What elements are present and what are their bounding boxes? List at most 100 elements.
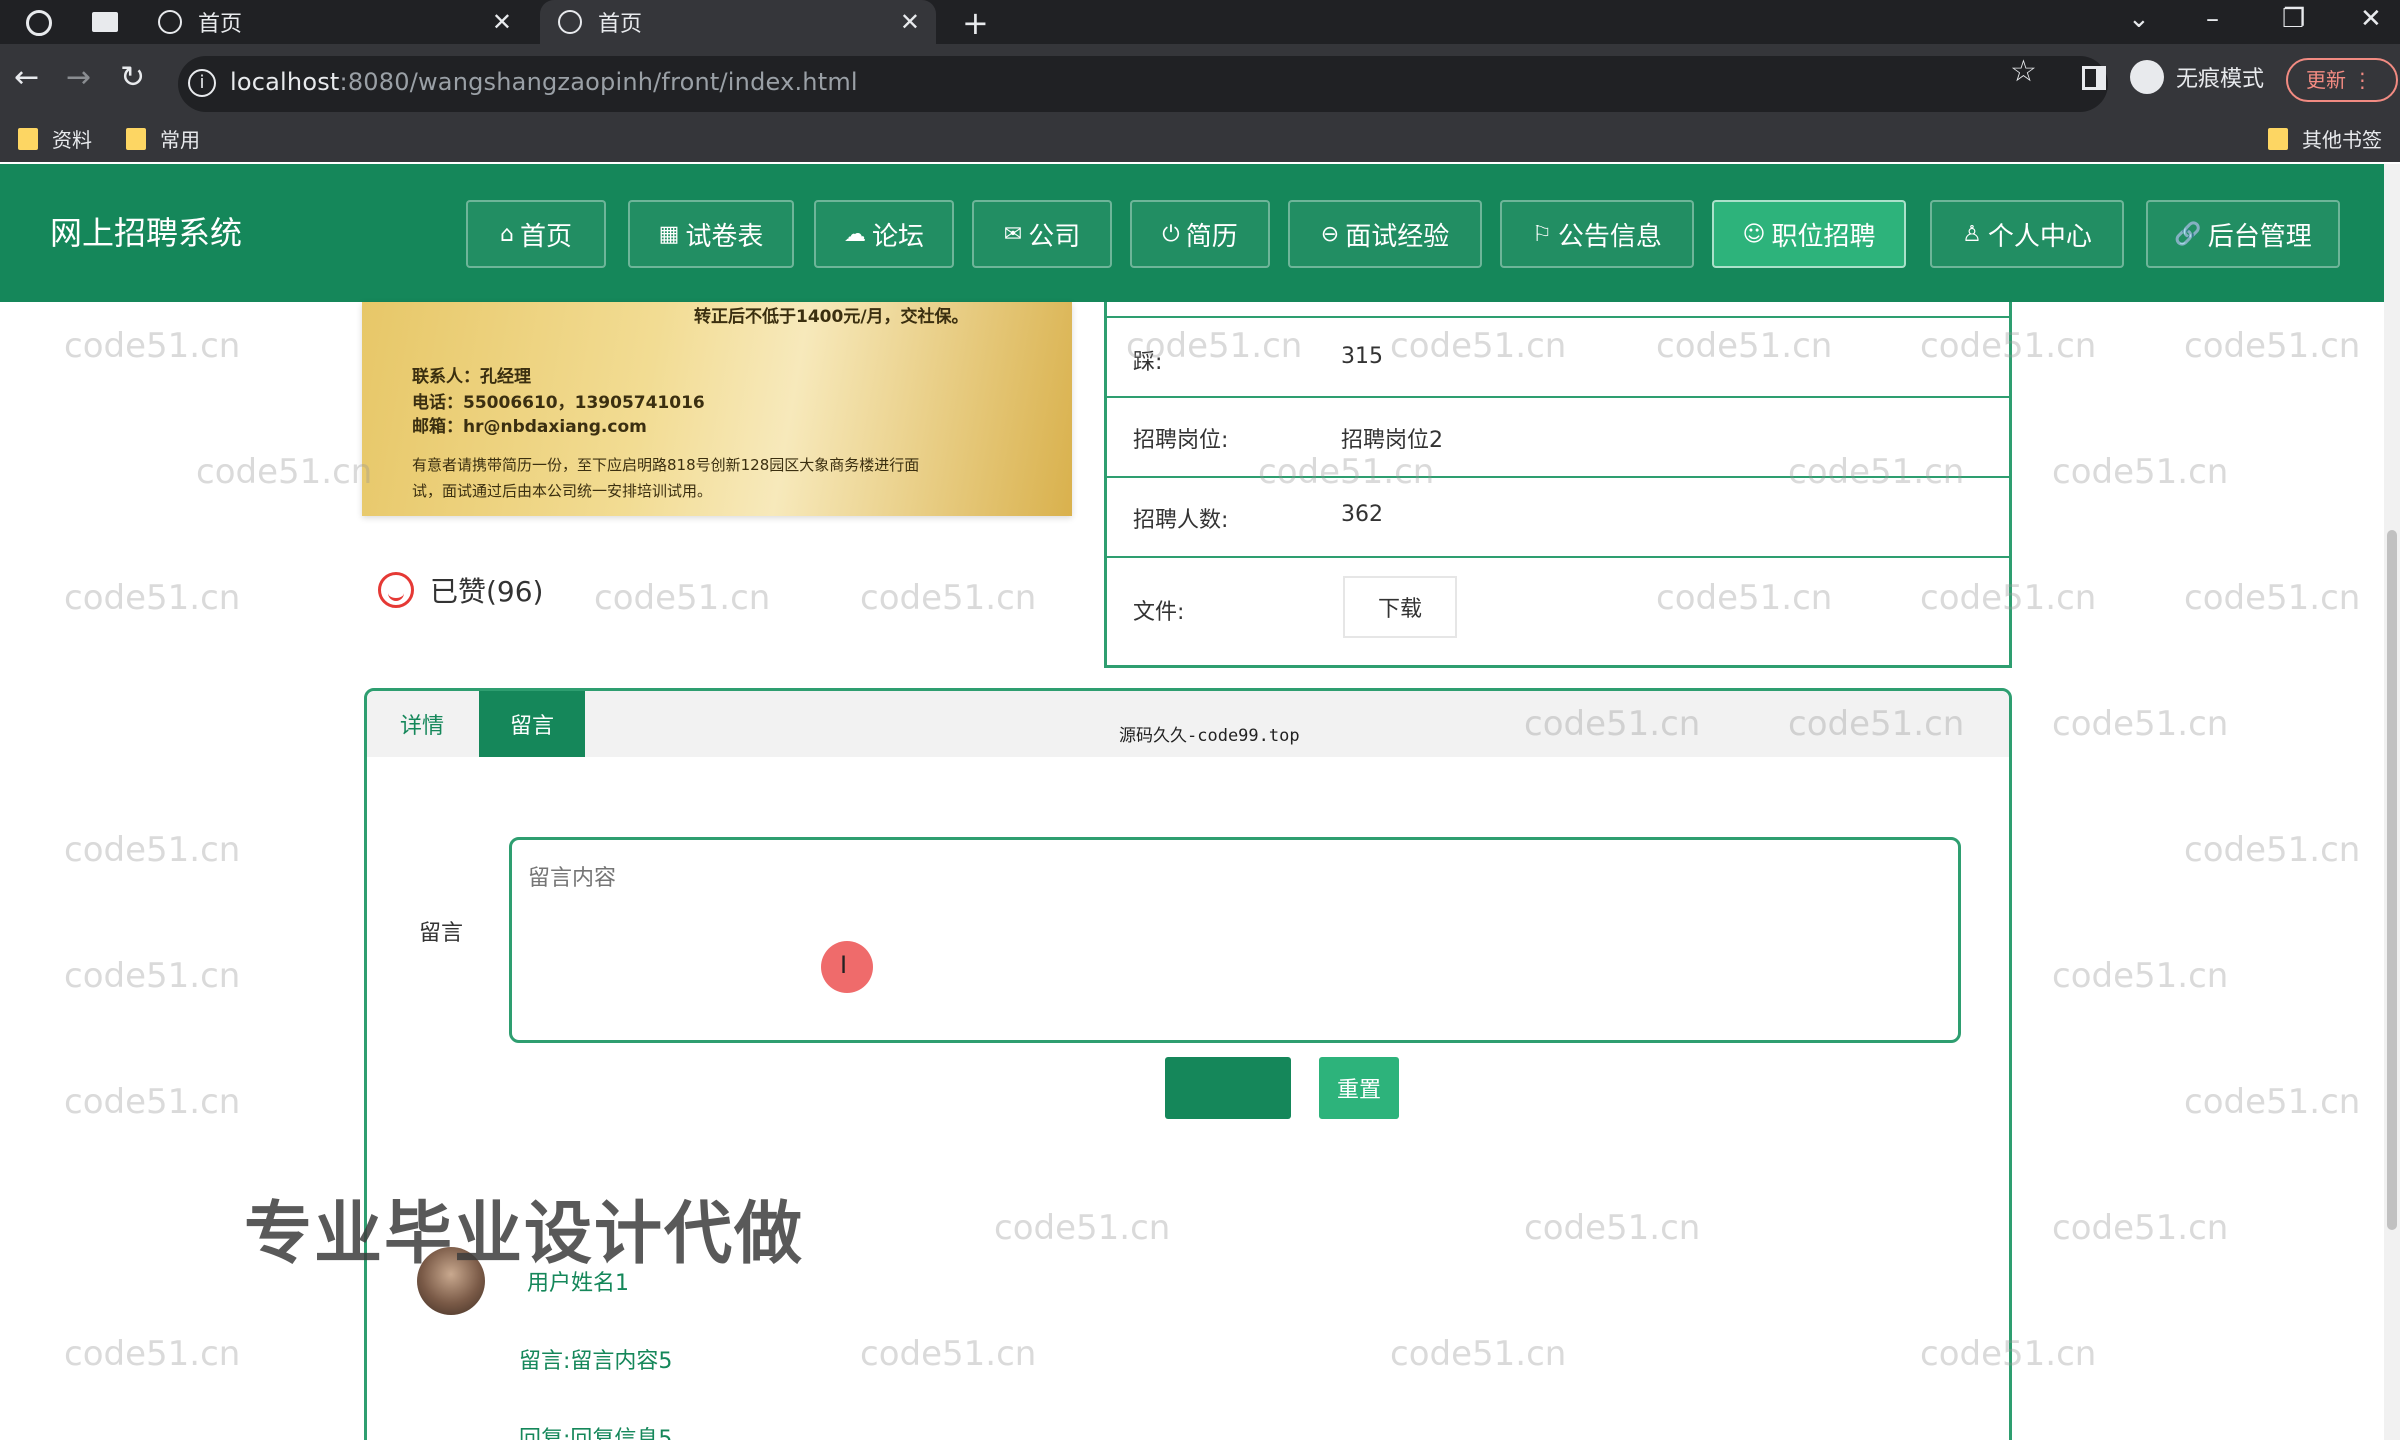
nav-forum[interactable]: ☁ 论坛: [814, 200, 954, 268]
mail-icon: ✉: [1003, 221, 1023, 247]
watermark: code51.cn: [2052, 704, 2229, 744]
bookmark-folder-1[interactable]: 资料: [18, 124, 92, 153]
poster-line: 试，面试通过后由本公司统一安排培训试用。: [412, 482, 713, 500]
reset-button[interactable]: 重置: [1319, 1057, 1399, 1119]
detail-key: 招聘岗位:: [1133, 428, 1229, 453]
folder-icon: [2268, 127, 2288, 150]
like-button[interactable]: 已赞(96): [378, 570, 543, 610]
download-button[interactable]: 下载: [1343, 576, 1457, 638]
detail-value: 362: [1341, 502, 1383, 527]
site-info-icon[interactable]: i: [188, 69, 216, 97]
poster-line: 转正后不低于1400元/月，交社保。: [694, 307, 969, 327]
comment-message: 留言:留言内容5: [519, 1349, 673, 1374]
tab-overview-icon[interactable]: [92, 12, 118, 32]
globe-icon: [158, 10, 182, 34]
browser-toolbar: ← → ↻ i localhost:8080/wangshangzaopinh/…: [0, 44, 2400, 162]
tab-title: 首页: [198, 12, 243, 37]
site-header: 网上招聘系统 ⌂ 首页 ▦ 试卷表 ☁ 论坛 ✉ 公司 ⏻ 简历 ⊖ 面试经验 ⚐ 公告信息 …: [0, 164, 2384, 302]
poster-email: 邮箱：hr@nbdaxiang.com: [412, 417, 647, 437]
url-text: localhost:8080/wangshangzaopinh/front/in…: [230, 68, 858, 96]
nav-job-postings[interactable]: ☺ 职位招聘: [1712, 200, 1906, 268]
nav-exam-papers[interactable]: ▦ 试卷表: [628, 200, 794, 268]
panel-tabs: 详情 留言 源码久久-code99.top: [367, 691, 2009, 757]
restore-icon[interactable]: ❐: [2282, 4, 2305, 34]
nav-label: 公告信息: [1557, 221, 1662, 252]
incognito-label: 无痕模式: [2176, 67, 2265, 92]
source-note: 源码久久-code99.top: [1119, 726, 1300, 746]
nav-resume[interactable]: ⏻ 简历: [1130, 200, 1270, 268]
nav-personal-center[interactable]: ♙ 个人中心: [1930, 200, 2124, 268]
update-button[interactable]: 更新 ⋮: [2286, 58, 2398, 102]
back-icon[interactable]: ←: [14, 60, 39, 95]
nav-label: 面试经验: [1345, 221, 1450, 252]
watermark: code51.cn: [64, 578, 241, 618]
flag-icon: ⚐: [1532, 221, 1552, 247]
user-icon: ♙: [1962, 221, 1982, 247]
message-input[interactable]: [509, 837, 1961, 1043]
close-icon[interactable]: ✕: [492, 8, 512, 36]
message-form-label: 留言: [419, 921, 464, 946]
nav-company[interactable]: ✉ 公司: [972, 200, 1112, 268]
reload-icon[interactable]: ↻: [120, 60, 145, 95]
browser-tab-1[interactable]: 首页 ✕: [140, 0, 528, 44]
detail-key: 文件:: [1133, 600, 1185, 625]
tab-title: 首页: [598, 12, 643, 37]
watermark: code51.cn: [64, 1082, 241, 1122]
incognito-icon: [2130, 60, 2164, 94]
nav-home[interactable]: ⌂ 首页: [466, 200, 606, 268]
side-panel-icon[interactable]: [2082, 66, 2106, 90]
bookmark-star-icon[interactable]: ☆: [2010, 54, 2037, 89]
detail-row-dislikes: 踩: 315: [1107, 316, 2009, 396]
tab-messages[interactable]: 留言: [479, 691, 585, 757]
site-title: 网上招聘系统: [50, 214, 243, 252]
poster-line: 有意者请携带简历一份，至下应启明路818号创新128园区大象商务楼进行面: [412, 456, 920, 474]
watermark: code51.cn: [860, 578, 1037, 618]
nav-label: 论坛: [871, 221, 924, 252]
other-bookmarks[interactable]: 其他书签: [2268, 124, 2382, 153]
close-icon[interactable]: ✕: [900, 8, 920, 36]
job-detail-table: 踩: 315 招聘岗位: 招聘岗位2 招聘人数: 362 文件: 下载: [1104, 302, 2012, 668]
nav-label: 个人中心: [1987, 221, 2092, 252]
browser-tabbar: 首页 ✕ 首页 ✕ + ⌄ – ❐ ✕: [0, 0, 2400, 44]
bookmark-label: 资料: [52, 128, 92, 152]
submit-button[interactable]: [1165, 1057, 1291, 1119]
globe-icon: [558, 10, 582, 34]
nav-label: 首页: [519, 221, 572, 252]
poster-phone: 电话：55006610，13905741016: [412, 393, 705, 413]
new-tab-icon[interactable]: +: [962, 4, 989, 42]
detail-value: 315: [1341, 344, 1383, 369]
watermark: code51.cn: [2184, 578, 2361, 618]
address-bar[interactable]: i localhost:8080/wangshangzaopinh/front/…: [178, 56, 2108, 112]
watermark: code51.cn: [2184, 830, 2361, 870]
update-label: 更新: [2306, 68, 2346, 92]
page-scrollbar-thumb[interactable]: [2387, 530, 2397, 1230]
minimize-icon[interactable]: –: [2206, 4, 2219, 34]
bookmark-folder-2[interactable]: 常用: [126, 124, 200, 153]
chevron-down-icon[interactable]: ⌄: [2128, 4, 2150, 34]
detail-message-panel: 详情 留言 源码久久-code99.top 留言 重置 用户姓名1 留言:留言内…: [364, 688, 2012, 1440]
smile-icon: [378, 572, 414, 608]
nav-announcements[interactable]: ⚐ 公告信息: [1500, 200, 1694, 268]
watermark: code51.cn: [64, 326, 241, 366]
like-count: 已赞(96): [430, 575, 544, 608]
watermark: code51.cn: [594, 578, 771, 618]
watermark: code51.cn: [64, 956, 241, 996]
watermark: code51.cn: [2052, 956, 2229, 996]
forward-icon[interactable]: →: [66, 60, 91, 95]
detail-key: 踩:: [1133, 350, 1163, 375]
window-close-icon[interactable]: ✕: [2360, 4, 2382, 34]
watermark: code51.cn: [2052, 1208, 2229, 1248]
nav-label: 后台管理: [2207, 221, 2312, 252]
watermark: code51.cn: [2184, 326, 2361, 366]
detail-value: 招聘岗位2: [1341, 428, 1443, 453]
tab-details[interactable]: 详情: [367, 691, 477, 757]
bookmark-label: 其他书签: [2302, 128, 2382, 152]
nav-admin[interactable]: 🔗 后台管理: [2146, 200, 2340, 268]
url-path: :8080/wangshangzaopinh/front/index.html: [339, 68, 858, 96]
nav-interview-experience[interactable]: ⊖ 面试经验: [1288, 200, 1482, 268]
promo-overlay-text: 专业毕业设计代做: [244, 1195, 805, 1274]
incognito-indicator[interactable]: 无痕模式: [2130, 60, 2264, 94]
detail-row-file: 文件: 下载: [1107, 556, 2009, 668]
browser-tab-2[interactable]: 首页 ✕: [540, 0, 936, 44]
printer-icon: ⊖: [1320, 221, 1340, 247]
